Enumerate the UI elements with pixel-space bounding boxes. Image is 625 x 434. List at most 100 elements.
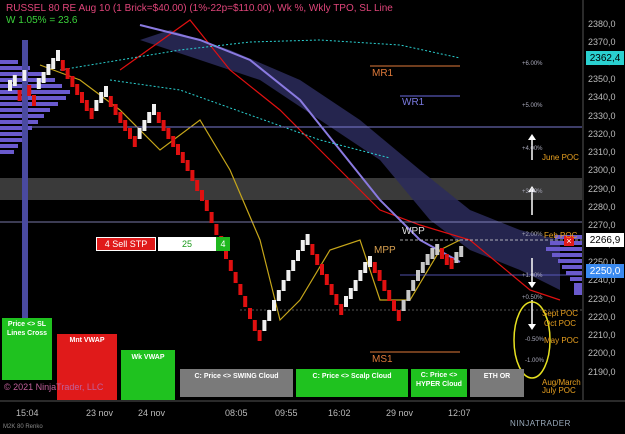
price-sl-cross-button[interactable]: Price <> SL Lines Cross bbox=[2, 318, 52, 380]
renko-brick bbox=[65, 68, 70, 79]
highlight-band bbox=[0, 178, 582, 200]
profile-bar bbox=[22, 40, 28, 320]
renko-brick bbox=[161, 120, 166, 131]
renko-brick bbox=[348, 288, 353, 299]
renko-brick bbox=[104, 86, 108, 97]
renko-brick bbox=[267, 310, 272, 321]
chart-title: RUSSEL 80 RE Aug 10 (1 Brick=$40.00) (1%… bbox=[6, 3, 393, 14]
price-tick: 2220,0 bbox=[588, 311, 616, 322]
x-tick-0: 15:04 bbox=[16, 408, 39, 418]
renko-brick bbox=[190, 170, 195, 181]
renko-brick bbox=[185, 160, 190, 171]
renko-brick bbox=[8, 80, 12, 91]
renko-brick bbox=[339, 304, 344, 315]
renko-brick bbox=[305, 234, 310, 245]
renko-brick bbox=[200, 190, 204, 201]
renko-brick bbox=[334, 294, 339, 305]
renko-brick bbox=[214, 224, 219, 235]
pct-m05: -0.50% bbox=[525, 337, 545, 343]
renko-brick bbox=[32, 95, 36, 106]
order-count[interactable]: 4 bbox=[216, 237, 230, 251]
price-tick: 2290,0 bbox=[588, 183, 616, 194]
renko-brick bbox=[248, 308, 252, 319]
renko-brick bbox=[435, 244, 440, 255]
renko-brick bbox=[315, 254, 320, 265]
ninjatrader-logo: NINJATRADER bbox=[510, 419, 571, 428]
renko-brick bbox=[123, 120, 128, 131]
x-tick-1: 23 nov bbox=[86, 408, 114, 418]
price-tick: 2210,0 bbox=[588, 330, 616, 341]
renko-brick bbox=[406, 290, 411, 301]
x-tick-5: 16:02 bbox=[328, 408, 351, 418]
renko-brick bbox=[243, 296, 248, 307]
renko-brick bbox=[233, 272, 238, 283]
renko-brick bbox=[363, 262, 368, 273]
renko-brick bbox=[276, 290, 281, 301]
wk-vwap-button[interactable]: Wk VWAP bbox=[121, 350, 175, 400]
price-tick: 2340,0 bbox=[588, 92, 616, 103]
price-tick: 2270,0 bbox=[588, 220, 616, 231]
renko-brick bbox=[84, 100, 89, 111]
renko-brick bbox=[70, 76, 75, 87]
renko-brick bbox=[425, 254, 430, 265]
renko-brick bbox=[368, 256, 372, 267]
price-tick: 2230,0 bbox=[588, 293, 616, 304]
renko-brick bbox=[430, 248, 435, 259]
renko-brick bbox=[99, 92, 104, 103]
hyper-cloud-button[interactable]: C: Price <> HYPER Cloud bbox=[411, 369, 467, 397]
renko-brick bbox=[387, 290, 392, 301]
renko-brick bbox=[310, 244, 315, 255]
renko-brick bbox=[449, 258, 454, 269]
renko-brick bbox=[147, 112, 152, 123]
renko-brick bbox=[262, 320, 267, 331]
renko-brick bbox=[281, 280, 286, 291]
renko-brick bbox=[89, 108, 94, 119]
renko-brick bbox=[358, 270, 363, 281]
sell-stop-order[interactable]: 4 Sell STP bbox=[96, 237, 156, 251]
volume-profile-left bbox=[0, 60, 70, 154]
x-tick-3: 08:05 bbox=[225, 408, 248, 418]
renko-brick bbox=[56, 50, 60, 61]
poc-may: May POC bbox=[544, 336, 579, 345]
renko-brick bbox=[36, 78, 41, 89]
price-tag-current: 2266,9 bbox=[586, 233, 624, 247]
renko-brick bbox=[94, 100, 99, 111]
eth-or-button[interactable]: ETH OR bbox=[470, 369, 524, 397]
price-tick: 2200,0 bbox=[588, 348, 616, 359]
pct-6: +6.00% bbox=[522, 61, 543, 67]
renko-brick bbox=[353, 280, 358, 291]
price-tag-blue: 2250,0 bbox=[586, 264, 624, 278]
renko-brick bbox=[12, 75, 17, 86]
pct-2: +2.00% bbox=[522, 232, 543, 238]
level-ms1: MS1 bbox=[372, 354, 393, 365]
renko-brick bbox=[180, 152, 185, 163]
renko-brick bbox=[291, 260, 296, 271]
renko-brick bbox=[377, 270, 382, 281]
renko-brick bbox=[372, 262, 377, 273]
scalp-cloud-button[interactable]: C: Price <> Scalp Cloud bbox=[296, 369, 408, 397]
renko-brick bbox=[392, 300, 396, 311]
price-tick: 2280,0 bbox=[588, 202, 616, 212]
order-quantity[interactable]: 25 bbox=[158, 237, 216, 251]
renko-brick bbox=[286, 270, 291, 281]
price-tick: 2330,0 bbox=[588, 110, 616, 121]
renko-brick bbox=[132, 136, 137, 147]
instrument-footer: M2K 80 Renko bbox=[3, 424, 43, 430]
price-tick: 2310,0 bbox=[588, 147, 616, 158]
poc-june: June POC bbox=[542, 153, 579, 162]
renko-brick bbox=[27, 85, 32, 96]
renko-brick bbox=[60, 60, 65, 71]
swing-cloud bbox=[140, 30, 560, 290]
renko-brick bbox=[344, 296, 348, 307]
price-tick: 2320,0 bbox=[588, 128, 616, 139]
swing-cloud-button[interactable]: C: Price <> SWING Cloud bbox=[180, 369, 293, 397]
renko-brick bbox=[204, 200, 209, 211]
renko-brick bbox=[300, 240, 305, 251]
renko-brick bbox=[152, 104, 156, 115]
poc-sept: Sept POC bbox=[542, 309, 579, 318]
price-tick: 2300,0 bbox=[588, 165, 616, 176]
renko-brick bbox=[411, 280, 416, 291]
renko-brick bbox=[416, 270, 420, 281]
level-mpp: MPP bbox=[374, 245, 396, 256]
renko-brick bbox=[296, 250, 300, 261]
